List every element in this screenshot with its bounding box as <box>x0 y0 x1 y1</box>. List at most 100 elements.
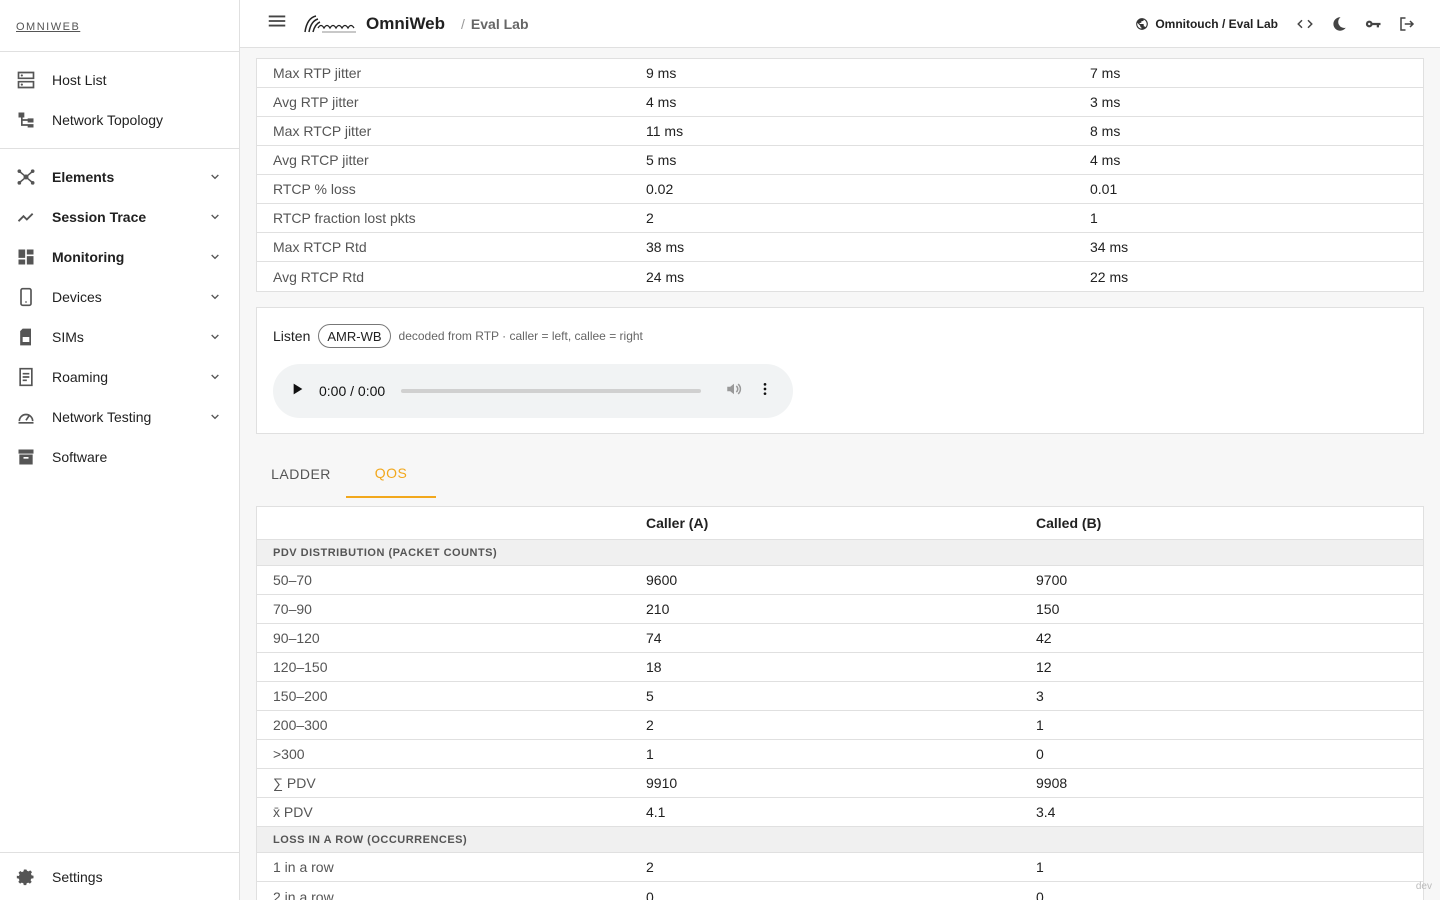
main-content[interactable]: Max RTP jitter 9 ms 7 ms Avg RTP jitter … <box>240 48 1440 900</box>
row-label: 90–120 <box>273 630 320 646</box>
brand-link[interactable]: OMNIWEB <box>16 21 80 33</box>
logout-icon[interactable] <box>1390 7 1424 41</box>
caller-value: 9600 <box>646 572 678 588</box>
code-icon[interactable] <box>1288 7 1322 41</box>
row-label: 150–200 <box>273 688 328 704</box>
listen-title: Listen <box>273 328 311 344</box>
caller-value: 11 ms <box>646 123 684 139</box>
table-row: 120–150 18 12 <box>257 653 1423 682</box>
sidebar-item-devices[interactable]: Devices <box>0 277 239 317</box>
sidebar-item-network-testing[interactable]: Network Testing <box>0 397 239 437</box>
more-vert-icon[interactable] <box>757 381 773 402</box>
listen-card: Listen AMR-WB decoded from RTP · caller … <box>256 307 1424 434</box>
sidebar-item-network-topology[interactable]: Network Topology <box>0 100 239 140</box>
column-header-caller: Caller (A) <box>646 515 709 531</box>
sidebar-item-elements[interactable]: Elements <box>0 157 239 197</box>
row-label: ∑ PDV <box>273 775 316 791</box>
table-header: Caller (A) Called (B) <box>257 507 1423 540</box>
row-label: 1 in a row <box>273 859 334 875</box>
sidebar-item-label: Host List <box>52 72 107 88</box>
phone-icon <box>16 287 36 307</box>
sidebar-item-label: Software <box>52 449 108 465</box>
row-label: 200–300 <box>273 717 328 733</box>
key-icon[interactable] <box>1356 7 1390 41</box>
table-row: Max RTP jitter 9 ms 7 ms <box>257 59 1423 88</box>
codec-chip: AMR-WB <box>318 324 391 348</box>
row-label: >300 <box>273 746 305 762</box>
nav-group-main: Elements Session Trace Monitoring Device… <box>0 149 239 485</box>
chevron-down-icon <box>207 329 223 345</box>
header-actions: Omnitouch / Eval Lab <box>1135 7 1424 41</box>
row-label: RTCP fraction lost pkts <box>273 210 416 226</box>
row-label: 70–90 <box>273 601 312 617</box>
sidebar-item-session-trace[interactable]: Session Trace <box>0 197 239 237</box>
sidebar-item-settings[interactable]: Settings <box>0 852 239 900</box>
dark-mode-icon[interactable] <box>1322 7 1356 41</box>
tenant-selector[interactable]: Omnitouch / Eval Lab <box>1135 17 1278 31</box>
table-row: Avg RTCP Rtd 24 ms 22 ms <box>257 262 1423 291</box>
sidebar-item-label: Settings <box>52 868 103 885</box>
called-value: 1 <box>1090 210 1098 226</box>
caller-value: 5 <box>646 688 654 704</box>
called-value: 0 <box>1036 746 1044 762</box>
listen-header: Listen AMR-WB decoded from RTP · caller … <box>257 308 1423 348</box>
row-label: Max RTP jitter <box>273 65 362 81</box>
sidebar-item-label: Monitoring <box>52 249 125 265</box>
sidebar-item-host-list[interactable]: Host List <box>0 60 239 100</box>
omnitouch-logo-icon <box>304 14 356 32</box>
caller-value: 2 <box>646 859 654 875</box>
sidebar: OMNIWEB Host List Network Topology Eleme… <box>0 0 240 900</box>
sidebar-item-label: Devices <box>52 289 102 305</box>
table-row: Avg RTCP jitter 5 ms 4 ms <box>257 146 1423 175</box>
caller-value: 2 <box>646 717 654 733</box>
caller-value: 2 <box>646 210 654 226</box>
table-row: >300 1 0 <box>257 740 1423 769</box>
sidebar-item-monitoring[interactable]: Monitoring <box>0 237 239 277</box>
row-label: Max RTCP Rtd <box>273 239 367 255</box>
caller-value: 74 <box>646 630 662 646</box>
app-header: OmniWeb / Eval Lab Omnitouch / Eval Lab <box>240 0 1440 48</box>
audio-player: 0:00 / 0:00 <box>273 364 793 418</box>
archive-icon <box>16 447 36 467</box>
sidebar-item-sims[interactable]: SIMs <box>0 317 239 357</box>
row-label: 120–150 <box>273 659 328 675</box>
sidebar-item-software[interactable]: Software <box>0 437 239 477</box>
sidebar-item-roaming[interactable]: Roaming <box>0 357 239 397</box>
called-value: 1 <box>1036 717 1044 733</box>
table-row: 1 in a row 2 1 <box>257 853 1423 882</box>
caller-value: 38 ms <box>646 239 685 255</box>
table-row: 50–70 9600 9700 <box>257 566 1423 595</box>
caller-value: 210 <box>646 601 670 617</box>
nav-group-top: Host List Network Topology <box>0 52 239 149</box>
called-value: 8 ms <box>1090 123 1121 139</box>
row-label: 50–70 <box>273 572 312 588</box>
called-value: 7 ms <box>1090 65 1121 81</box>
called-value: 12 <box>1036 659 1052 675</box>
row-label: Max RTCP jitter <box>273 123 372 139</box>
table-row: Max RTCP jitter 11 ms 8 ms <box>257 117 1423 146</box>
called-value: 3 ms <box>1090 94 1121 110</box>
tab-ladder[interactable]: LADDER <box>256 450 346 498</box>
audio-time: 0:00 / 0:00 <box>319 383 386 399</box>
hamburger-menu-icon[interactable] <box>266 10 288 37</box>
play-icon[interactable] <box>289 381 305 402</box>
caller-value: 0 <box>646 888 654 900</box>
audio-seek-slider[interactable] <box>401 389 702 393</box>
tab-qos[interactable]: QOS <box>346 450 436 498</box>
chevron-down-icon <box>207 409 223 425</box>
volume-icon[interactable] <box>725 380 743 403</box>
sidebar-item-label: Network Testing <box>52 409 152 425</box>
breadcrumb[interactable]: Eval Lab <box>471 16 529 32</box>
row-label: x̄ PDV <box>273 804 313 820</box>
sidebar-item-label: Network Topology <box>52 112 164 128</box>
caller-value: 5 ms <box>646 152 677 168</box>
table-row: ∑ PDV 9910 9908 <box>257 769 1423 798</box>
document-icon <box>16 367 36 387</box>
table-row: RTCP % loss 0.02 0.01 <box>257 175 1423 204</box>
dashboard-icon <box>16 247 36 267</box>
caller-value: 24 ms <box>646 268 685 285</box>
hub-icon <box>16 167 36 187</box>
table-row: Max RTCP Rtd 38 ms 34 ms <box>257 233 1423 262</box>
dev-badge: dev <box>1415 881 1432 892</box>
breadcrumb-separator: / <box>461 15 465 32</box>
